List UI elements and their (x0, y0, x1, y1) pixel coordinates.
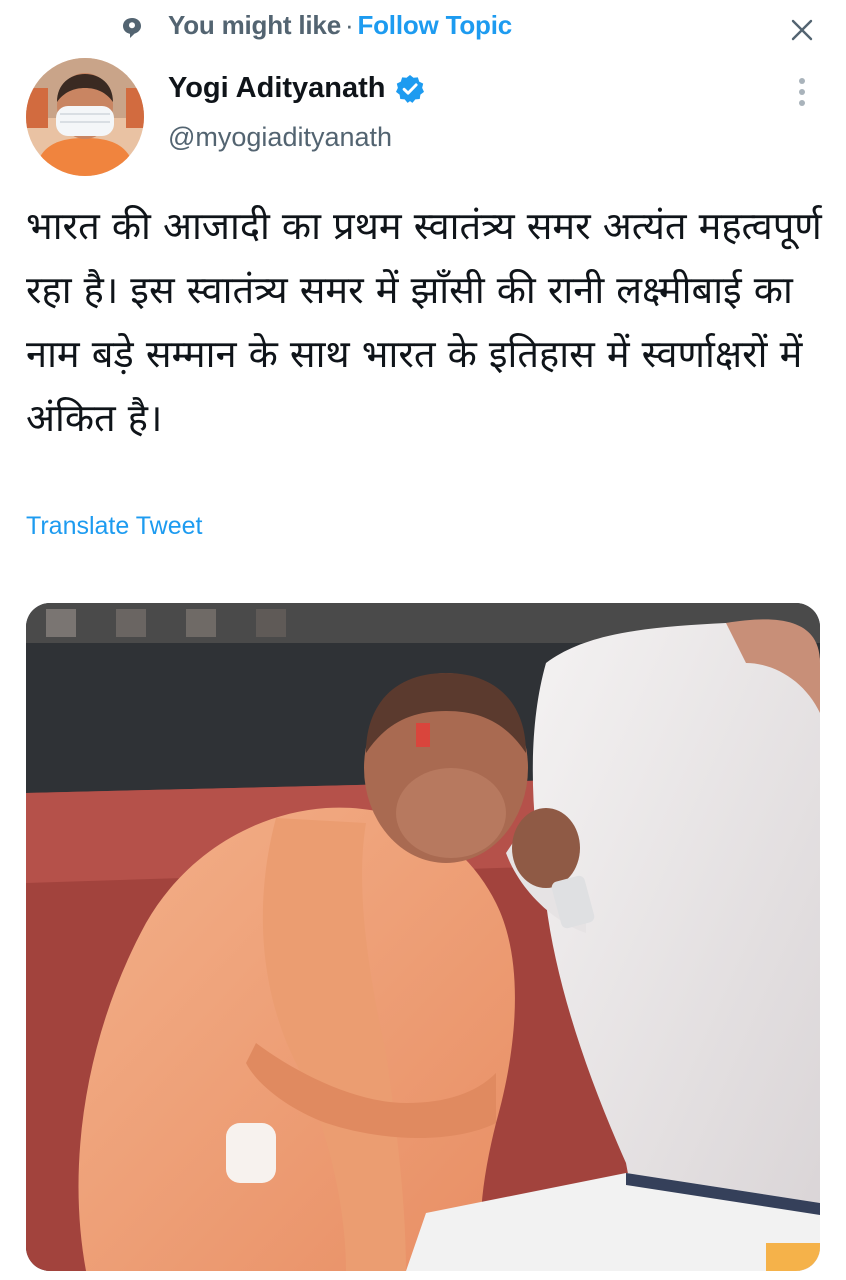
recommendation-label: You might like · Follow Topic (168, 10, 512, 41)
separator-dot: · (344, 10, 354, 40)
you-might-like-label: You might like (168, 10, 341, 40)
author-handle[interactable]: @myogiadityanath (168, 122, 392, 153)
author-name[interactable]: Yogi Adityanath (168, 72, 386, 105)
more-vertical-icon[interactable] (788, 74, 816, 114)
close-icon[interactable] (784, 12, 820, 48)
author-name-row: Yogi Adityanath (168, 72, 426, 105)
topic-icon (123, 18, 141, 38)
verified-badge-icon (395, 74, 424, 103)
translate-tweet-link[interactable]: Translate Tweet (26, 512, 202, 541)
recommendation-bar: You might like · Follow Topic (0, 0, 846, 56)
tweet-text: भारत की आजादी का प्रथम स्वातंत्र्य समर अ… (26, 204, 822, 440)
tweet-photo[interactable] (26, 603, 820, 1271)
avatar[interactable] (26, 58, 144, 176)
follow-topic-link[interactable]: Follow Topic (357, 10, 512, 40)
